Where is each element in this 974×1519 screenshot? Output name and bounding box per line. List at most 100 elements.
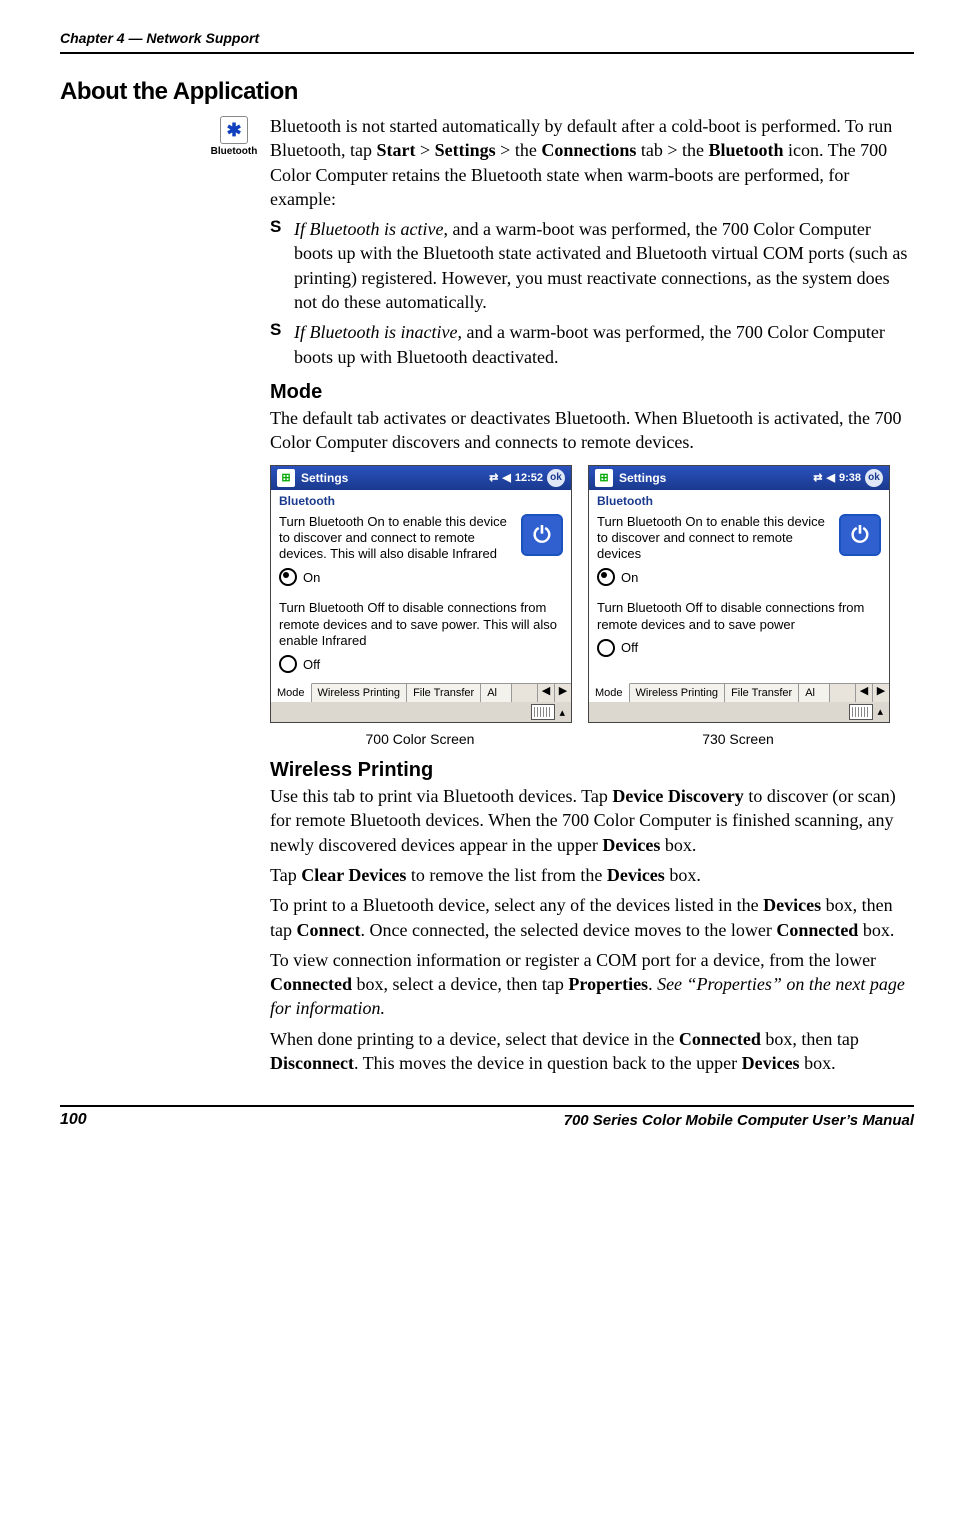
radio-off[interactable]: Off: [589, 637, 889, 659]
sip-bar: ▴: [271, 702, 571, 722]
radio-on-label: On: [303, 570, 320, 585]
text: . This moves the device in question back…: [354, 1053, 742, 1073]
tab-partial[interactable]: Al: [481, 684, 512, 702]
wireless-p4: To view connection information or regist…: [270, 948, 914, 1021]
screenshot-730: ⊞ Settings ⇄ ◀ 9:38 ok Bluetooth Turn Bl…: [588, 465, 890, 723]
radio-off-label: Off: [621, 640, 638, 655]
bullet-marker: S: [270, 217, 294, 314]
bluetooth-icon: ✱: [220, 116, 248, 144]
tab-strip: Mode Wireless Printing File Transfer Al …: [271, 683, 571, 702]
radio-off[interactable]: Off: [271, 653, 571, 675]
tabs-scroll-left-icon[interactable]: ◀: [855, 684, 872, 702]
text: .: [648, 974, 657, 994]
tabs-scroll-right-icon[interactable]: ▶: [554, 684, 571, 702]
radio-on-label: On: [621, 570, 638, 585]
bullet-marker: S: [270, 320, 294, 369]
text: Use this tab to print via Bluetooth devi…: [270, 786, 612, 806]
signal-icon: ⇄: [813, 471, 822, 484]
mode-heading: Mode: [270, 381, 914, 404]
wireless-p2: Tap Clear Devices to remove the list fro…: [270, 863, 914, 887]
screenshot-700: ⊞ Settings ⇄ ◀ 12:52 ok Bluetooth Turn B…: [270, 465, 572, 724]
bullet-text: If Bluetooth is inactive, and a warm-boo…: [294, 320, 914, 369]
window-title: Settings: [301, 471, 489, 485]
text: > the: [496, 140, 542, 160]
text: box, then tap: [761, 1029, 859, 1049]
on-description: Turn Bluetooth On to enable this device …: [597, 514, 833, 563]
page-footer: 100 700 Series Color Mobile Computer Use…: [60, 1105, 914, 1129]
tab-wireless-printing[interactable]: Wireless Printing: [312, 684, 408, 702]
intro-paragraph: Bluetooth is not started automatically b…: [270, 114, 914, 211]
tabs-scroll-left-icon[interactable]: ◀: [537, 684, 554, 702]
text: box.: [800, 1053, 836, 1073]
start-flag-icon[interactable]: ⊞: [277, 469, 295, 487]
keyboard-icon[interactable]: [849, 704, 873, 720]
ui-devices: Devices: [763, 895, 821, 915]
off-description: Turn Bluetooth Off to disable connection…: [279, 600, 563, 649]
bluetooth-power-icon[interactable]: ⏻: [521, 514, 563, 556]
tab-mode[interactable]: Mode: [589, 683, 630, 702]
tab-file-transfer[interactable]: File Transfer: [725, 684, 799, 702]
bluetooth-power-icon[interactable]: ⏻: [839, 514, 881, 556]
speaker-icon: ◀: [502, 471, 510, 484]
mode-body: The default tab activates or deactivates…: [270, 406, 914, 455]
ui-connect: Connect: [297, 920, 361, 940]
start-flag-icon[interactable]: ⊞: [595, 469, 613, 487]
radio-on-indicator: [597, 568, 615, 586]
tab-mode[interactable]: Mode: [271, 683, 312, 702]
sip-up-icon[interactable]: ▴: [559, 706, 565, 719]
titlebar: ⊞ Settings ⇄ ◀ 12:52 ok: [271, 466, 571, 490]
ui-device-discovery: Device Discovery: [612, 786, 743, 806]
list-item: S If Bluetooth is inactive, and a warm-b…: [270, 320, 914, 369]
clock: 9:38: [839, 472, 861, 484]
screenshot-caption: 700 Color Screen: [270, 731, 570, 747]
text: To view connection information or regist…: [270, 950, 876, 970]
list-item: S If Bluetooth is active, and a warm-boo…: [270, 217, 914, 314]
page-number: 100: [60, 1111, 87, 1129]
ui-clear-devices: Clear Devices: [301, 865, 406, 885]
bullet-lead: If Bluetooth is active: [294, 219, 443, 239]
ok-button[interactable]: ok: [865, 469, 883, 487]
tab-file-transfer[interactable]: File Transfer: [407, 684, 481, 702]
radio-on[interactable]: On: [589, 566, 889, 588]
text: box.: [858, 920, 894, 940]
radio-off-indicator: [279, 655, 297, 673]
ui-settings: Settings: [435, 140, 496, 160]
titlebar: ⊞ Settings ⇄ ◀ 9:38 ok: [589, 466, 889, 490]
ui-connected: Connected: [776, 920, 858, 940]
speaker-icon: ◀: [827, 471, 835, 484]
text: When done printing to a device, select t…: [270, 1029, 679, 1049]
text: . Once connected, the selected device mo…: [361, 920, 777, 940]
wireless-heading: Wireless Printing: [270, 759, 914, 782]
ui-connected: Connected: [679, 1029, 761, 1049]
window-title: Settings: [619, 471, 813, 485]
tab-strip: Mode Wireless Printing File Transfer Al …: [589, 683, 889, 702]
tabs-scroll-right-icon[interactable]: ▶: [872, 684, 889, 702]
text: tab > the: [636, 140, 708, 160]
applet-title: Bluetooth: [271, 490, 571, 510]
text: box.: [660, 835, 696, 855]
text: To print to a Bluetooth device, select a…: [270, 895, 763, 915]
radio-on[interactable]: On: [271, 566, 571, 588]
keyboard-icon[interactable]: [531, 704, 555, 720]
ui-devices: Devices: [742, 1053, 800, 1073]
ui-properties: Properties: [568, 974, 648, 994]
ui-connections: Connections: [541, 140, 636, 160]
ui-bluetooth: Bluetooth: [708, 140, 783, 160]
ui-devices: Devices: [602, 835, 660, 855]
ui-start: Start: [377, 140, 416, 160]
radio-on-indicator: [279, 568, 297, 586]
bullet-text: If Bluetooth is active, and a warm-boot …: [294, 217, 914, 314]
on-description: Turn Bluetooth On to enable this device …: [279, 514, 515, 563]
bullet-lead: If Bluetooth is inactive: [294, 322, 457, 342]
sip-up-icon[interactable]: ▴: [877, 705, 883, 718]
section-heading: About the Application: [60, 78, 914, 106]
wireless-p3: To print to a Bluetooth device, select a…: [270, 893, 914, 942]
screenshot-caption: 730 Screen: [588, 731, 888, 747]
clock: 12:52: [515, 472, 543, 484]
wireless-p5: When done printing to a device, select t…: [270, 1027, 914, 1076]
tab-partial[interactable]: Al: [799, 684, 830, 702]
ok-button[interactable]: ok: [547, 469, 565, 487]
bluetooth-glyph: ✱: [226, 120, 241, 141]
ui-devices: Devices: [607, 865, 665, 885]
tab-wireless-printing[interactable]: Wireless Printing: [630, 684, 726, 702]
